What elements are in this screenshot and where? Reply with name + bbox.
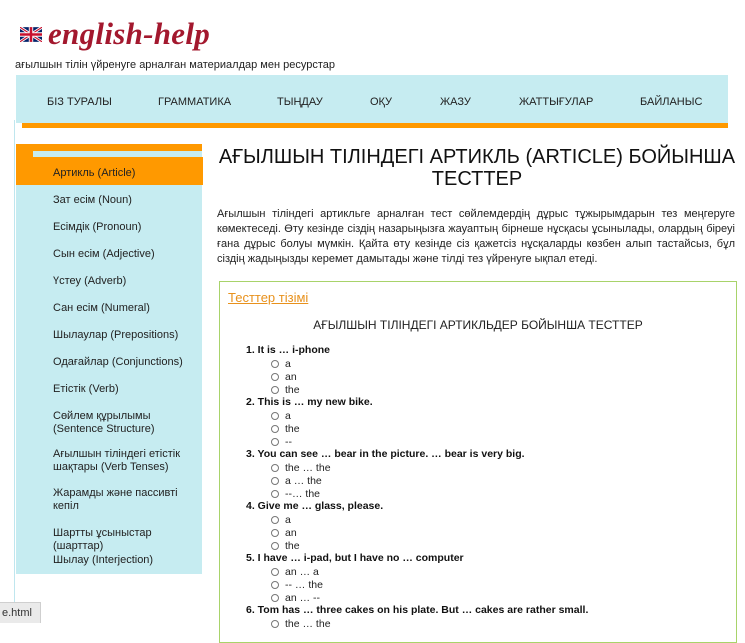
- answer-option-label: the … the: [285, 617, 331, 630]
- answer-option[interactable]: -- … the: [246, 578, 726, 591]
- answer-option[interactable]: --… the: [246, 487, 726, 500]
- tests-list-link[interactable]: Тесттер тізімі: [228, 290, 308, 305]
- sidebar-item-sentence-structure[interactable]: Сөйлем құрылымы (Sentence Structure): [53, 410, 203, 436]
- question-text: 5. I have … i-pad, but I have no … compu…: [246, 552, 464, 564]
- radio-button[interactable]: [271, 411, 279, 420]
- answer-option[interactable]: the: [246, 539, 726, 552]
- nav-item-contact[interactable]: БАЙЛАНЫС: [640, 96, 702, 108]
- answer-option[interactable]: a … the: [246, 474, 726, 487]
- answer-option-label: -- … the: [285, 578, 323, 591]
- question-text: 1. It is … i-phone: [246, 344, 331, 356]
- sidebar-top-bar: [16, 144, 202, 151]
- question-text: 3. You can see … bear in the picture. … …: [246, 448, 525, 460]
- sidebar-item-verb[interactable]: Етістік (Verb): [53, 383, 203, 396]
- question-text: 6. Tom has … three cakes on his plate. B…: [246, 604, 589, 616]
- sidebar: Артикль (Article) Зат есім (Noun) Есімді…: [16, 144, 203, 574]
- radio-button[interactable]: [271, 372, 279, 381]
- radio-button[interactable]: [271, 489, 279, 498]
- answer-option-label: an: [285, 370, 297, 383]
- tests-panel: Тесттер тізімі АҒЫЛШЫН ТІЛІНДЕГІ АРТИКЛЬ…: [219, 281, 737, 643]
- nav-item-grammar[interactable]: ГРАММАТИКА: [158, 96, 231, 108]
- answer-option[interactable]: --: [246, 435, 726, 448]
- sidebar-item-voice[interactable]: Жарамды және пассивті кепіл: [53, 487, 203, 513]
- nav-item-exercises[interactable]: ЖАТТЫҒУЛАР: [519, 96, 593, 108]
- sidebar-item-interjection[interactable]: Шылау (Interjection): [53, 554, 203, 567]
- nav-accent-bar: [22, 123, 728, 128]
- nav-item-reading[interactable]: ОҚУ: [370, 96, 392, 108]
- answer-option[interactable]: a: [246, 409, 726, 422]
- nav-item-writing[interactable]: ЖАЗУ: [440, 96, 471, 108]
- nav-item-about[interactable]: БІЗ ТУРАЛЫ: [47, 96, 112, 108]
- radio-button[interactable]: [271, 541, 279, 550]
- radio-button[interactable]: [271, 437, 279, 446]
- intro-paragraph: Ағылшын тіліндегі артикльге арналған тес…: [217, 208, 735, 265]
- question-list: 1. It is … i-phone a an the 2. This is … my …: [246, 344, 726, 630]
- answer-option-label: an … --: [285, 591, 321, 604]
- site-tagline: ағылшын тілін үйренуге арналған материал…: [15, 59, 335, 71]
- sidebar-item-prepositions[interactable]: Шылаулар (Prepositions): [53, 329, 203, 342]
- answer-option[interactable]: the: [246, 383, 726, 396]
- sidebar-item-verb-tenses[interactable]: Ағылшын тіліндегі етістік шақтары (Verb …: [53, 448, 203, 474]
- answer-option[interactable]: a: [246, 513, 726, 526]
- main-nav: БІЗ ТУРАЛЫ ГРАММАТИКА ТЫҢДАУ ОҚУ ЖАЗУ ЖА…: [16, 75, 728, 123]
- answer-option[interactable]: an: [246, 526, 726, 539]
- radio-button[interactable]: [271, 580, 279, 589]
- logo-text[interactable]: english-help: [48, 16, 210, 52]
- answer-option[interactable]: an: [246, 370, 726, 383]
- radio-button[interactable]: [271, 567, 279, 576]
- radio-button[interactable]: [271, 619, 279, 628]
- answer-option-label: --… the: [285, 487, 321, 500]
- nav-item-listening[interactable]: ТЫҢДАУ: [277, 96, 323, 108]
- sidebar-item-conditionals[interactable]: Шартты ұсыныстар (шарттар): [53, 527, 203, 553]
- answer-option[interactable]: the: [246, 422, 726, 435]
- answer-option[interactable]: the … the: [246, 617, 726, 630]
- answer-option-label: --: [285, 435, 292, 448]
- answer-option[interactable]: an … a: [246, 565, 726, 578]
- radio-button[interactable]: [271, 359, 279, 368]
- radio-button[interactable]: [271, 593, 279, 602]
- question-text: 4. Give me … glass, please.: [246, 500, 384, 512]
- radio-button[interactable]: [271, 385, 279, 394]
- answer-option-label: a: [285, 357, 291, 370]
- answer-option-label: the: [285, 383, 300, 396]
- sidebar-item-pronoun[interactable]: Есімдік (Pronoun): [53, 221, 203, 234]
- sidebar-item-adverb[interactable]: Үстеу (Adverb): [53, 275, 203, 288]
- status-bar-url: e.html: [0, 602, 41, 623]
- sidebar-item-adjective[interactable]: Сын есім (Adjective): [53, 248, 203, 261]
- answer-option-label: the: [285, 539, 300, 552]
- answer-option-label: the … the: [285, 461, 331, 474]
- radio-button[interactable]: [271, 515, 279, 524]
- sidebar-item-numeral[interactable]: Сан есім (Numeral): [53, 302, 203, 315]
- answer-option-label: a … the: [285, 474, 322, 487]
- answer-option[interactable]: an … --: [246, 591, 726, 604]
- radio-button[interactable]: [271, 424, 279, 433]
- page-left-border: [14, 120, 15, 623]
- radio-button[interactable]: [271, 476, 279, 485]
- radio-button[interactable]: [271, 463, 279, 472]
- answer-option-label: an … a: [285, 565, 319, 578]
- sidebar-item-noun[interactable]: Зат есім (Noun): [53, 194, 203, 207]
- question-text: 2. This is … my new bike.: [246, 396, 373, 408]
- answer-option-label: the: [285, 422, 300, 435]
- tests-heading: АҒЫЛШЫН ТІЛІНДЕГІ АРТИКЛЬДЕР БОЙЫНША ТЕС…: [313, 318, 643, 332]
- answer-option-label: a: [285, 409, 291, 422]
- answer-option-label: a: [285, 513, 291, 526]
- radio-button[interactable]: [271, 528, 279, 537]
- answer-option[interactable]: a: [246, 357, 726, 370]
- sidebar-item-conjunctions[interactable]: Одағайлар (Conjunctions): [53, 356, 203, 369]
- site-logo[interactable]: english-help: [20, 16, 210, 52]
- sidebar-item-article[interactable]: Артикль (Article): [53, 167, 203, 180]
- answer-option[interactable]: the … the: [246, 461, 726, 474]
- answer-option-label: an: [285, 526, 297, 539]
- uk-flag-icon: [20, 26, 42, 42]
- page-title: АҒЫЛШЫН ТІЛІНДЕГІ АРТИКЛЬ (ARTICLE) БОЙЫ…: [218, 146, 736, 190]
